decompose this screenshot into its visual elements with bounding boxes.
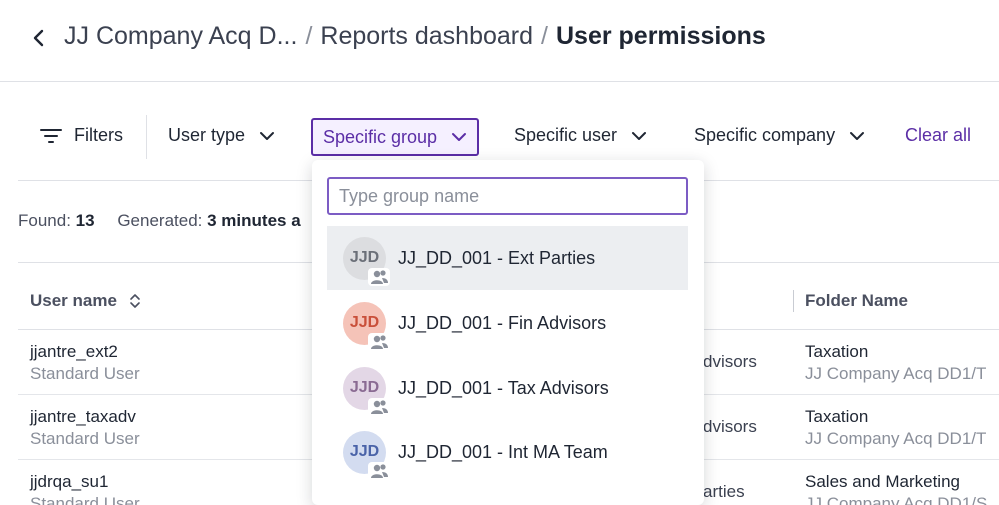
chevron-down-icon — [452, 133, 467, 141]
group-dropdown: JJD JJ_DD_001 - Ext Parties JJD JJ_DD_00… — [312, 160, 704, 505]
chevron-left-icon — [33, 29, 44, 47]
group-option[interactable]: JJD JJ_DD_001 - Fin Advisors — [327, 291, 688, 355]
group-search-input[interactable] — [327, 177, 688, 215]
avatar-initials: JJD — [349, 379, 380, 396]
specific-company-label: Specific company — [694, 125, 836, 145]
page-header: JJ Company Acq D... / Reports dashboard / Us… — [0, 0, 999, 82]
found-count: 13 — [75, 211, 95, 230]
filters-button[interactable]: Filters — [40, 125, 123, 146]
column-header-label: User name — [30, 291, 117, 310]
group-option-label: JJ_DD_001 - Int MA Team — [398, 441, 608, 462]
page-title: User permissions — [555, 22, 766, 50]
generated-value: 3 minutes a — [207, 211, 301, 230]
divider — [146, 115, 147, 159]
group-icon — [368, 267, 390, 286]
avatar: JJD — [343, 366, 390, 416]
breadcrumb-item-reports[interactable]: Reports dashboard — [320, 22, 533, 50]
user-type-filter[interactable]: User type — [168, 125, 275, 146]
folder-path-cell: JJ Company Acq DD1/T — [805, 429, 987, 448]
breadcrumb-item-company[interactable]: JJ Company Acq D... — [64, 22, 297, 50]
specific-company-filter[interactable]: Specific company — [694, 125, 865, 146]
column-header-user-name[interactable]: User name — [30, 291, 141, 311]
user-name-cell: jjantre_ext2 — [30, 342, 118, 361]
chevron-down-icon — [632, 131, 647, 140]
avatar: JJD — [343, 301, 390, 351]
back-button[interactable] — [28, 24, 50, 52]
user-name-cell: jjdrqa_su1 — [30, 472, 109, 491]
chevron-down-icon — [850, 131, 865, 140]
found-label: Found: — [18, 211, 71, 230]
group-option-label: JJ_DD_001 - Ext Parties — [398, 247, 596, 268]
folder-name-cell: Taxation — [805, 407, 869, 426]
group-option[interactable]: JJD JJ_DD_001 - Int MA Team — [327, 420, 688, 484]
user-role-cell: Standard User — [30, 364, 140, 383]
group-option[interactable]: JJD JJ_DD_001 - Ext Parties — [327, 226, 688, 290]
chevron-down-icon — [260, 131, 275, 140]
avatar: JJD — [343, 430, 390, 480]
clear-all-link[interactable]: Clear all — [905, 125, 971, 146]
avatar-initials: JJD — [349, 443, 380, 460]
column-header-label: Folder Name — [805, 291, 908, 310]
group-icon — [368, 332, 390, 351]
column-divider — [793, 290, 794, 312]
folder-path-cell: JJ Company Acq DD1/S — [805, 494, 988, 505]
specific-group-filter[interactable]: Specific group — [311, 118, 480, 156]
user-name-cell: jjantre_taxadv — [30, 407, 136, 426]
filters-label: Filters — [74, 125, 123, 145]
filter-lines-icon — [40, 128, 62, 143]
group-cell: dvisors — [703, 352, 757, 371]
group-option-label: JJ_DD_001 - Fin Advisors — [398, 312, 607, 333]
folder-path-cell: JJ Company Acq DD1/T — [805, 364, 987, 383]
results-summary: Found: 13 Generated: 3 minutes a — [18, 211, 301, 231]
breadcrumb-separator: / — [305, 22, 313, 50]
user-role-cell: Standard User — [30, 429, 140, 448]
generated-label: Generated: — [117, 211, 203, 230]
folder-name-cell: Sales and Marketing — [805, 472, 960, 491]
specific-group-label: Specific group — [323, 126, 438, 147]
group-icon — [368, 397, 390, 416]
avatar: JJD — [343, 236, 390, 286]
specific-user-filter[interactable]: Specific user — [514, 125, 647, 146]
user-role-cell: Standard User — [30, 494, 140, 505]
specific-user-label: Specific user — [514, 125, 618, 145]
avatar-initials: JJD — [349, 249, 380, 266]
folder-name-cell: Taxation — [805, 342, 869, 361]
sort-icon — [130, 294, 140, 308]
group-icon — [368, 461, 390, 480]
user-type-label: User type — [168, 125, 246, 145]
group-option[interactable]: JJD JJ_DD_001 - Tax Advisors — [327, 356, 688, 420]
avatar-initials: JJD — [349, 314, 380, 331]
column-header-folder-name[interactable]: Folder Name — [805, 291, 908, 311]
group-option-label: JJ_DD_001 - Tax Advisors — [398, 377, 609, 398]
breadcrumb: JJ Company Acq D... / Reports dashboard / Us… — [64, 22, 766, 51]
group-cell: arties — [703, 482, 745, 501]
group-cell: dvisors — [703, 417, 757, 436]
breadcrumb-separator: / — [541, 22, 548, 50]
